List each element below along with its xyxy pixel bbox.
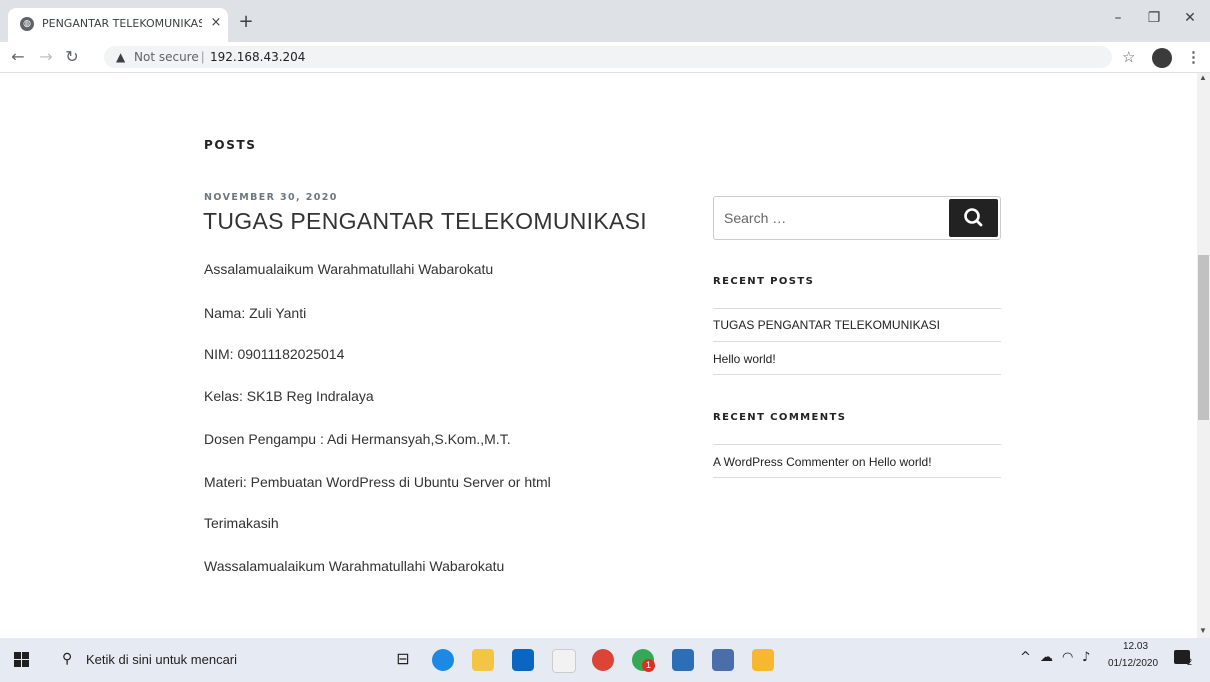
post-paragraph: Materi: Pembuatan WordPress di Ubuntu Se… bbox=[204, 474, 551, 490]
photos-icon[interactable] bbox=[672, 649, 694, 671]
task-view-icon[interactable]: ⊟ bbox=[392, 649, 414, 671]
divider bbox=[713, 477, 1001, 478]
post-paragraph: Terimakasih bbox=[204, 515, 279, 531]
notification-icon[interactable]: 2 bbox=[1174, 648, 1196, 670]
divider bbox=[713, 374, 1001, 375]
url-separator: | bbox=[201, 49, 205, 64]
post-paragraph: Nama: Zuli Yanti bbox=[204, 305, 307, 321]
url-text[interactable]: 192.168.43.204 bbox=[210, 50, 305, 64]
tab-strip: ◍ PENGANTAR TELEKOMUNIKASI – × + – ❐ ✕ bbox=[0, 0, 1210, 42]
divider bbox=[713, 308, 1001, 309]
chevron-up-icon[interactable]: ^ bbox=[1020, 650, 1031, 665]
windows-taskbar: ⚲ Ketik di sini untuk mencari ⊟ 1 ^ ☁ ◠ … bbox=[0, 638, 1210, 682]
scroll-down-arrow-icon[interactable]: ▼ bbox=[1199, 626, 1207, 635]
recent-posts-title: RECENT POSTS bbox=[713, 276, 815, 287]
recent-post-link[interactable]: TUGAS PENGANTAR TELEKOMUNIKASI bbox=[713, 318, 940, 332]
browser-tab[interactable]: ◍ PENGANTAR TELEKOMUNIKASI – × bbox=[8, 8, 228, 42]
post-paragraph: Assalamualaikum Warahmatullahi Wabarokat… bbox=[204, 261, 494, 277]
browser-toolbar: ← → ↻ ▲ Not secure | 192.168.43.204 ☆ ⋮ bbox=[0, 42, 1210, 73]
sidebar-search bbox=[713, 196, 1001, 240]
post-date[interactable]: NOVEMBER 30, 2020 bbox=[204, 192, 338, 203]
scroll-thumb[interactable] bbox=[1198, 255, 1209, 420]
recent-comments-title: RECENT COMMENTS bbox=[713, 412, 847, 423]
scroll-up-arrow-icon[interactable]: ▲ bbox=[1199, 73, 1207, 82]
windows-start-icon[interactable] bbox=[14, 652, 30, 668]
forward-arrow-icon[interactable]: → bbox=[36, 47, 56, 67]
tab-close-icon[interactable]: × bbox=[208, 15, 224, 31]
terminal-icon[interactable] bbox=[752, 649, 774, 671]
back-arrow-icon[interactable]: ← bbox=[8, 47, 28, 67]
edge-icon[interactable] bbox=[432, 649, 454, 671]
warning-triangle-icon: ▲ bbox=[116, 50, 126, 64]
post-paragraph: Kelas: SK1B Reg Indralaya bbox=[204, 388, 374, 404]
tab-title: PENGANTAR TELEKOMUNIKASI – bbox=[42, 17, 202, 30]
search-button[interactable] bbox=[949, 199, 998, 237]
store-icon[interactable] bbox=[552, 649, 576, 673]
address-bar[interactable]: ▲ Not secure | 192.168.43.204 bbox=[104, 46, 1112, 68]
minimize-icon[interactable]: – bbox=[1102, 10, 1134, 30]
post-paragraph: NIM: 09011182025014 bbox=[204, 346, 345, 362]
page-viewport: POSTS NOVEMBER 30, 2020 TUGAS PENGANTAR … bbox=[0, 73, 1197, 638]
search-input[interactable] bbox=[724, 209, 944, 227]
chrome-icon[interactable] bbox=[592, 649, 614, 671]
taskbar-search-icon[interactable]: ⚲ bbox=[62, 650, 72, 667]
cloud-icon[interactable]: ☁ bbox=[1040, 650, 1053, 665]
restore-icon[interactable]: ❐ bbox=[1138, 10, 1170, 30]
new-tab-button[interactable]: + bbox=[236, 13, 256, 33]
divider bbox=[713, 341, 1001, 342]
profile-avatar[interactable] bbox=[1152, 48, 1172, 68]
taskbar-search-box[interactable]: Ketik di sini untuk mencari bbox=[86, 652, 237, 667]
close-window-icon[interactable]: ✕ bbox=[1174, 10, 1206, 30]
virtualbox-icon[interactable] bbox=[712, 649, 734, 671]
post-paragraph: Dosen Pengampu : Adi Hermansyah,S.Kom.,M… bbox=[204, 431, 511, 447]
recent-post-link[interactable]: Hello world! bbox=[713, 352, 776, 366]
mail-icon[interactable] bbox=[512, 649, 534, 671]
reload-icon[interactable]: ↻ bbox=[62, 47, 82, 67]
clock-date[interactable]: 01/12/2020 bbox=[1108, 658, 1158, 669]
not-secure-label[interactable]: Not secure bbox=[134, 50, 199, 64]
post-paragraph: Wassalamualaikum Warahmatullahi Wabaroka… bbox=[204, 558, 505, 574]
badge: 1 bbox=[642, 659, 655, 672]
wifi-icon[interactable]: ◠ bbox=[1062, 650, 1073, 665]
posts-heading: POSTS bbox=[204, 138, 257, 152]
file-explorer-icon[interactable] bbox=[472, 649, 494, 671]
search-icon bbox=[964, 208, 983, 227]
app-icon[interactable]: 1 bbox=[632, 649, 655, 672]
clock-time[interactable]: 12.03 bbox=[1123, 641, 1148, 652]
globe-icon: ◍ bbox=[20, 17, 34, 31]
page-scrollbar[interactable]: ▲ ▼ bbox=[1197, 73, 1210, 638]
bookmark-star-icon[interactable]: ☆ bbox=[1122, 48, 1135, 66]
volume-icon[interactable]: ♪ bbox=[1082, 650, 1090, 665]
notification-count: 2 bbox=[1187, 657, 1193, 667]
post-title[interactable]: TUGAS PENGANTAR TELEKOMUNIKASI bbox=[203, 208, 647, 235]
menu-kebab-icon[interactable]: ⋮ bbox=[1186, 48, 1201, 66]
recent-comment-link[interactable]: A WordPress Commenter on Hello world! bbox=[713, 455, 932, 469]
divider bbox=[713, 444, 1001, 445]
